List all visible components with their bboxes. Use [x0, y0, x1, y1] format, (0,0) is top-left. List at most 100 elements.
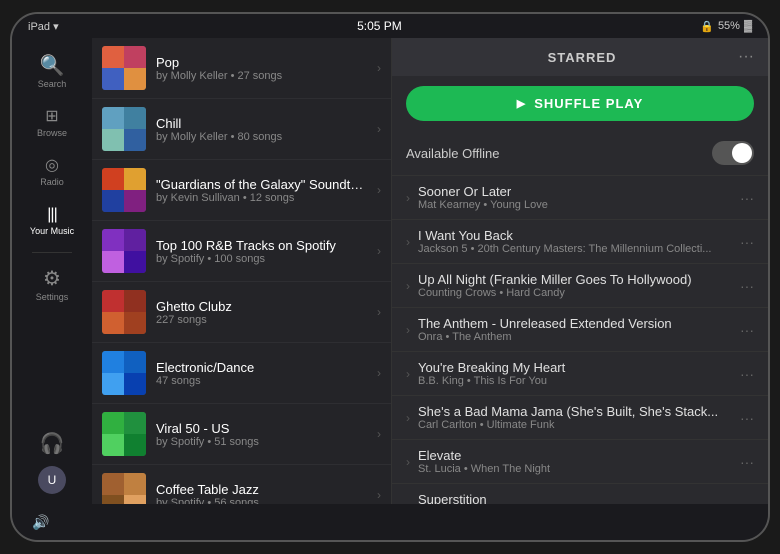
shuffle-button-wrap: ▶ SHUFFLE PLAY: [392, 76, 768, 131]
table-row[interactable]: › She's a Bad Mama Jama (She's Built, Sh…: [392, 396, 768, 440]
track-name: The Anthem - Unreleased Extended Version: [418, 316, 732, 331]
chevron-right-icon: ›: [377, 244, 381, 258]
shuffle-play-button[interactable]: ▶ SHUFFLE PLAY: [406, 86, 754, 121]
avatar[interactable]: U: [38, 466, 66, 494]
track-options-icon[interactable]: ···: [740, 234, 754, 250]
playlist-name: "Guardians of the Galaxy" Soundtrack: [156, 177, 367, 192]
playlist-meta: by Spotify • 100 songs: [156, 253, 367, 265]
offline-toggle[interactable]: [712, 141, 754, 165]
playlist-thumb-guardians: [102, 168, 146, 212]
playlist-info: "Guardians of the Galaxy" Soundtrack by …: [156, 177, 367, 204]
track-options-icon[interactable]: ···: [740, 278, 754, 294]
ipad-frame: iPad ▾ 5:05 PM 🔒 55% ▓ 🔍 Search ⊞ Browse…: [10, 12, 770, 542]
playlist-thumb-ghetto: [102, 290, 146, 334]
battery-label: 55%: [718, 20, 740, 32]
track-artist: Mat Kearney • Young Love: [418, 199, 732, 211]
list-item[interactable]: Viral 50 - US by Spotify • 51 songs ›: [92, 404, 391, 465]
chevron-right-icon: ›: [406, 279, 410, 293]
sidebar-item-radio[interactable]: ◎ Radio: [16, 150, 88, 195]
playlist-name: Pop: [156, 55, 367, 70]
track-options-icon[interactable]: ···: [740, 366, 754, 382]
track-name: Up All Night (Frankie Miller Goes To Hol…: [418, 272, 732, 287]
playlist-name: Top 100 R&B Tracks on Spotify: [156, 238, 367, 253]
playlist-meta: 227 songs: [156, 314, 367, 326]
playback-bar: 🔊: [12, 504, 768, 540]
chevron-right-icon: ›: [406, 323, 410, 337]
track-name: You're Breaking My Heart: [418, 360, 732, 375]
chevron-right-icon: ›: [377, 61, 381, 75]
track-options-icon[interactable]: ···: [740, 410, 754, 426]
chevron-right-icon: ›: [377, 183, 381, 197]
table-row[interactable]: › You're Breaking My Heart B.B. King • T…: [392, 352, 768, 396]
sidebar-item-settings[interactable]: ⚙ Settings: [16, 261, 88, 310]
track-list: › Sooner Or Later Mat Kearney • Young Lo…: [392, 176, 768, 504]
playlist-meta: by Kevin Sullivan • 12 songs: [156, 192, 367, 204]
playlist-thumb-pop: [102, 46, 146, 90]
sidebar-bottom: 🎧 U: [16, 426, 88, 494]
chevron-right-icon: ›: [377, 305, 381, 319]
track-info: I Want You Back Jackson 5 • 20th Century…: [418, 228, 732, 255]
list-item[interactable]: "Guardians of the Galaxy" Soundtrack by …: [92, 160, 391, 221]
track-panel-dots[interactable]: ···: [738, 48, 754, 66]
track-artist: Counting Crows • Hard Candy: [418, 287, 732, 299]
playlist-info: Pop by Molly Keller • 27 songs: [156, 55, 367, 82]
track-options-icon[interactable]: ···: [740, 190, 754, 206]
sidebar-item-browse-label: Browse: [37, 128, 67, 138]
playlist-thumb-viral: [102, 412, 146, 456]
shuffle-label: SHUFFLE PLAY: [534, 96, 643, 111]
chevron-right-icon: ›: [406, 455, 410, 469]
playlist-name: Coffee Table Jazz: [156, 482, 367, 497]
your-music-icon: |||: [47, 207, 56, 223]
table-row[interactable]: › Elevate St. Lucia • When The Night ···: [392, 440, 768, 484]
status-time: 5:05 PM: [357, 19, 402, 33]
playlist-name: Viral 50 - US: [156, 421, 367, 436]
track-artist: Carl Carlton • Ultimate Funk: [418, 419, 732, 431]
track-artist: St. Lucia • When The Night: [418, 463, 732, 475]
list-item[interactable]: Coffee Table Jazz by Spotify • 56 songs …: [92, 465, 391, 504]
playlist-info: Ghetto Clubz 227 songs: [156, 299, 367, 326]
playlist-panel: Pop by Molly Keller • 27 songs › Chill b…: [92, 38, 392, 504]
track-info: You're Breaking My Heart B.B. King • Thi…: [418, 360, 732, 387]
status-left: iPad ▾: [28, 20, 59, 33]
list-item[interactable]: Top 100 R&B Tracks on Spotify by Spotify…: [92, 221, 391, 282]
offline-label: Available Offline: [406, 146, 499, 161]
track-name: Superstition: [418, 492, 732, 504]
track-options-icon[interactable]: ···: [740, 322, 754, 338]
playlist-name: Ghetto Clubz: [156, 299, 367, 314]
track-info: Up All Night (Frankie Miller Goes To Hol…: [418, 272, 732, 299]
track-info: The Anthem - Unreleased Extended Version…: [418, 316, 732, 343]
track-options-icon[interactable]: ···: [740, 454, 754, 470]
sidebar-item-settings-label: Settings: [36, 292, 69, 302]
sidebar-item-search[interactable]: 🔍 Search: [16, 48, 88, 97]
playlist-meta: 47 songs: [156, 375, 367, 387]
track-info: She's a Bad Mama Jama (She's Built, She'…: [418, 404, 732, 431]
table-row[interactable]: › Sooner Or Later Mat Kearney • Young Lo…: [392, 176, 768, 220]
playlist-thumb-rnb: [102, 229, 146, 273]
chevron-right-icon: ›: [377, 366, 381, 380]
list-item[interactable]: Pop by Molly Keller • 27 songs ›: [92, 38, 391, 99]
table-row[interactable]: › Superstition Stevie Wonder • Number 1'…: [392, 484, 768, 504]
playlist-meta: by Spotify • 56 songs: [156, 497, 367, 505]
table-row[interactable]: › Up All Night (Frankie Miller Goes To H…: [392, 264, 768, 308]
list-item[interactable]: Ghetto Clubz 227 songs ›: [92, 282, 391, 343]
table-row[interactable]: › I Want You Back Jackson 5 • 20th Centu…: [392, 220, 768, 264]
list-item[interactable]: Electronic/Dance 47 songs ›: [92, 343, 391, 404]
chevron-right-icon: ›: [377, 427, 381, 441]
track-name: She's a Bad Mama Jama (She's Built, She'…: [418, 404, 732, 419]
chevron-right-icon: ›: [377, 122, 381, 136]
chevron-right-icon: ›: [406, 235, 410, 249]
track-name: Sooner Or Later: [418, 184, 732, 199]
track-artist: Jackson 5 • 20th Century Masters: The Mi…: [418, 243, 732, 255]
battery-icon: ▓: [744, 20, 752, 32]
sidebar-item-your-music[interactable]: ||| Your Music: [16, 199, 88, 244]
play-icon: ▶: [517, 97, 526, 110]
list-item[interactable]: Chill by Molly Keller • 80 songs ›: [92, 99, 391, 160]
track-panel-title: STARRED: [426, 50, 738, 65]
status-right: 🔒 55% ▓: [700, 20, 752, 33]
sidebar-item-browse[interactable]: ⊞ Browse: [16, 101, 88, 146]
table-row[interactable]: › The Anthem - Unreleased Extended Versi…: [392, 308, 768, 352]
playlist-name: Electronic/Dance: [156, 360, 367, 375]
playlist-meta: by Spotify • 51 songs: [156, 436, 367, 448]
sidebar-item-headphones[interactable]: 🎧: [16, 426, 88, 462]
headphones-icon: 🎧: [40, 434, 65, 454]
